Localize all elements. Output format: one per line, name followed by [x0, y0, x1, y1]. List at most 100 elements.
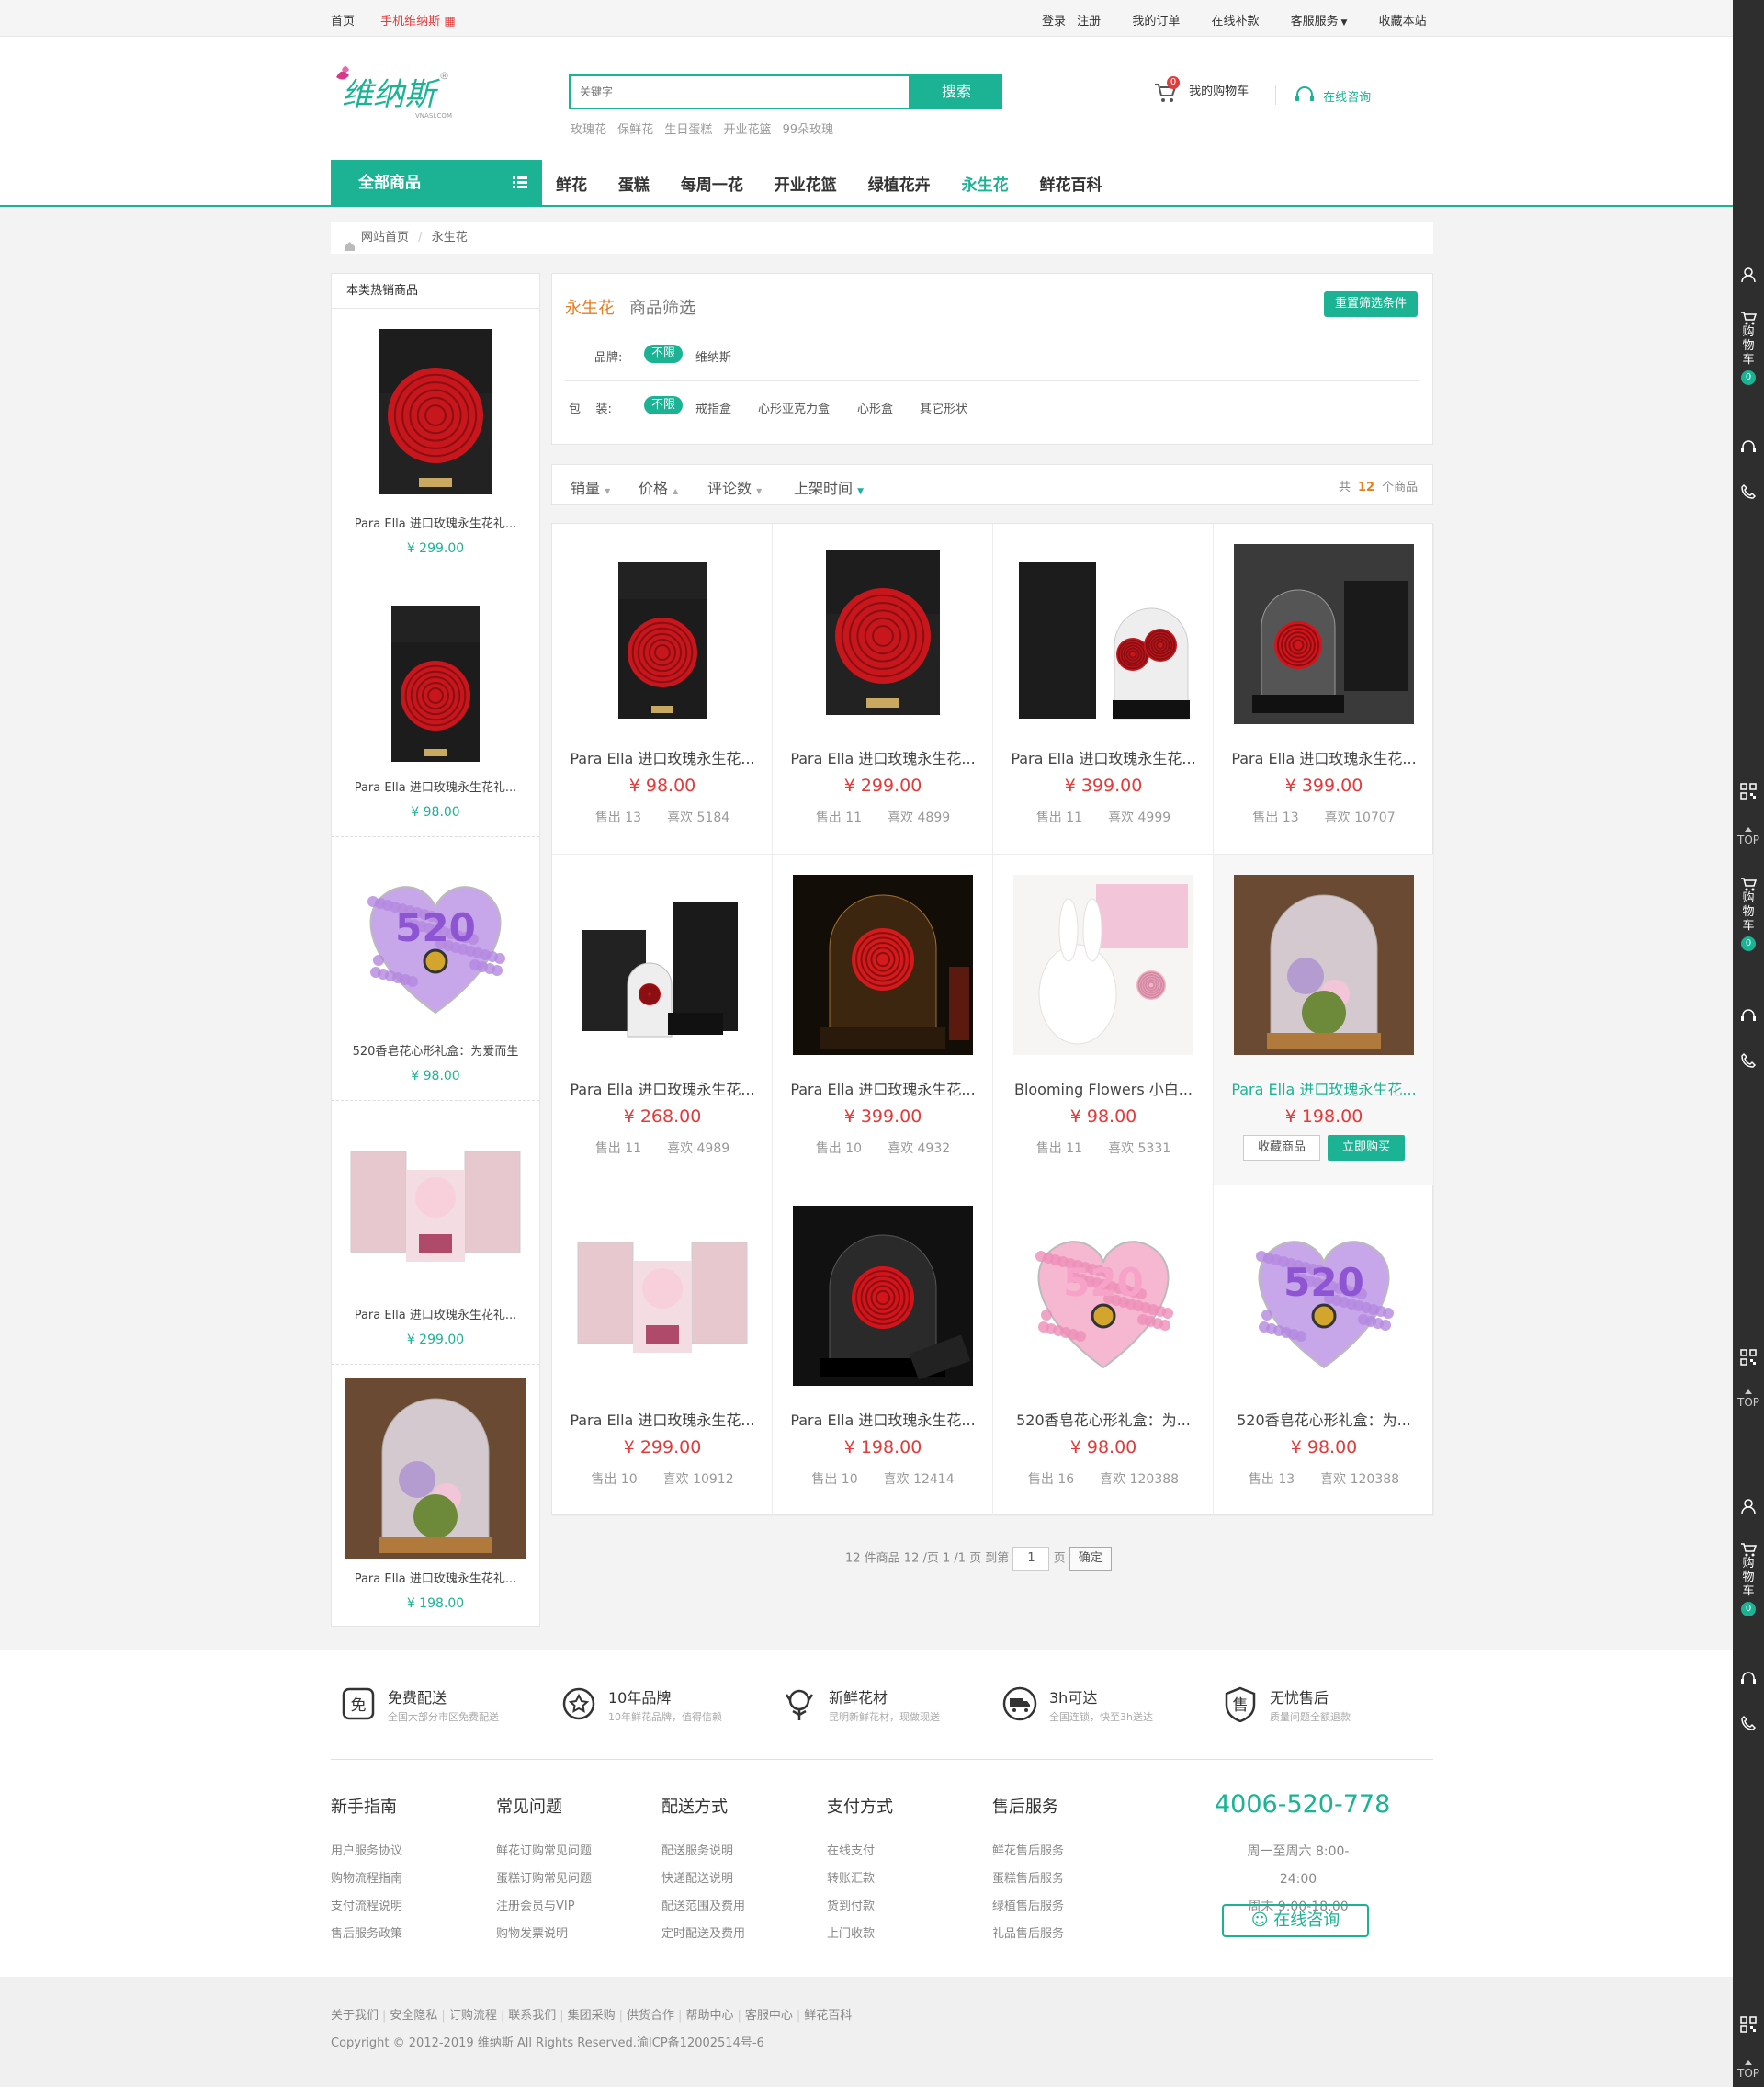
bottom-link[interactable]: 关于我们 — [331, 2009, 379, 2023]
sort-by-sales[interactable]: 销量 ▼ — [571, 476, 610, 498]
product-card[interactable]: Para Ella 进口玫瑰永生花... ¥ 268.00 售出 11 喜欢 498… — [552, 855, 773, 1185]
footer-link[interactable]: 购物流程指南 — [331, 1866, 402, 1893]
packaging-filter-any[interactable]: 不限 — [644, 396, 684, 414]
bottom-link[interactable]: 集团采购 — [568, 2009, 616, 2023]
hotword-link[interactable]: 生日蛋糕 — [664, 123, 712, 137]
product-card[interactable]: Para Ella 进口玫瑰永生花... ¥ 198.00 收藏商品 立即购买 — [1214, 855, 1434, 1185]
product-image[interactable] — [1013, 544, 1193, 724]
hotword-link[interactable]: 开业花篮 — [723, 123, 771, 137]
sidebar-product[interactable]: Para Ella 进口玫瑰永生花礼... ¥ 299.00 — [332, 1101, 539, 1365]
footer-link[interactable]: 用户服务协议 — [331, 1838, 402, 1866]
product-card[interactable]: 520 520香皂花心形礼盒：为... ¥ 98.00 售出 16 喜欢 12038… — [993, 1185, 1214, 1516]
product-image[interactable] — [345, 1378, 526, 1559]
nav-item-plants[interactable]: 绿植花卉 — [868, 176, 931, 195]
product-name[interactable]: Para Ella 进口玫瑰永生花... — [993, 746, 1214, 768]
buy-now-button[interactable]: 立即购买 — [1328, 1135, 1405, 1161]
sidebar-product[interactable]: Para Ella 进口玫瑰永生花礼... ¥ 198.00 — [332, 1365, 539, 1628]
packaging-option[interactable]: 其它形状 — [920, 399, 967, 416]
bottom-link[interactable]: 订购流程 — [449, 2009, 497, 2023]
bottom-link[interactable]: 安全隐私 — [390, 2009, 437, 2023]
product-image[interactable] — [1013, 875, 1193, 1055]
search-button[interactable]: 搜索 — [910, 74, 1002, 109]
sidebar-product[interactable]: Para Ella 进口玫瑰永生花礼... ¥ 98.00 — [332, 573, 539, 837]
product-card[interactable]: Para Ella 进口玫瑰永生花... ¥ 299.00 售出 10 喜欢 109… — [552, 1185, 773, 1516]
product-image[interactable] — [572, 875, 752, 1055]
product-image[interactable] — [345, 587, 526, 767]
toolbar-cart-button[interactable]: 购物车 0 — [1733, 1542, 1764, 1616]
back-to-top-button[interactable]: TOP — [1733, 2059, 1764, 2080]
footer-link[interactable]: 蛋糕订购常见问题 — [496, 1866, 592, 1893]
nav-item-cakes[interactable]: 蛋糕 — [618, 176, 650, 195]
product-image[interactable] — [793, 875, 973, 1055]
login-link[interactable]: 登录 — [1042, 15, 1066, 28]
product-name[interactable]: Para Ella 进口玫瑰永生花... — [552, 1408, 773, 1430]
nav-item-baskets[interactable]: 开业花篮 — [775, 176, 837, 195]
product-name[interactable]: Para Ella 进口玫瑰永生花... — [1214, 1077, 1434, 1099]
toolbar-cart-button[interactable]: 购物车 0 — [1733, 877, 1764, 951]
online-consult-link[interactable]: 在线咨询 — [1294, 85, 1371, 109]
bottom-link[interactable]: 帮助中心 — [685, 2009, 733, 2023]
footer-link[interactable]: 转账汇款 — [827, 1866, 893, 1893]
packaging-option[interactable]: 心形盒 — [857, 399, 893, 416]
product-image[interactable] — [793, 544, 973, 724]
packaging-option[interactable]: 戒指盒 — [695, 399, 731, 416]
product-image[interactable] — [572, 544, 752, 724]
product-image[interactable]: 520 — [345, 851, 526, 1031]
footer-link[interactable]: 支付流程说明 — [331, 1893, 402, 1921]
product-name[interactable]: 520香皂花心形礼盒：为... — [993, 1408, 1214, 1430]
back-to-top-button[interactable]: TOP — [1733, 1388, 1764, 1409]
footer-link[interactable]: 绿植售后服务 — [992, 1893, 1064, 1921]
hotword-link[interactable]: 玫瑰花 — [571, 123, 606, 137]
product-card[interactable]: Para Ella 进口玫瑰永生花... ¥ 299.00 售出 11 喜欢 489… — [773, 524, 993, 855]
my-orders-link[interactable]: 我的订单 — [1132, 15, 1180, 28]
footer-link[interactable]: 注册会员与VIP — [496, 1893, 592, 1921]
product-card[interactable]: Para Ella 进口玫瑰永生花... ¥ 198.00 售出 10 喜欢 124… — [773, 1185, 993, 1516]
product-image[interactable]: 520 — [1234, 1206, 1414, 1386]
site-logo[interactable]: 维纳斯 ® VNASI.COM — [329, 61, 467, 121]
nav-item-preserved[interactable]: 永生花 — [962, 176, 1009, 195]
bottom-link[interactable]: 供货合作 — [627, 2009, 674, 2023]
online-payment-link[interactable]: 在线补款 — [1211, 15, 1259, 28]
footer-link[interactable]: 售后服务政策 — [331, 1921, 402, 1948]
bookmark-link[interactable]: 收藏本站 — [1379, 15, 1427, 28]
nav-item-weekly[interactable]: 每周一花 — [681, 176, 743, 195]
footer-link[interactable]: 鲜花订购常见问题 — [496, 1838, 592, 1866]
product-name[interactable]: 520香皂花心形礼盒：为... — [1214, 1408, 1434, 1430]
product-name[interactable]: Para Ella 进口玫瑰永生花... — [773, 1077, 993, 1099]
bottom-link[interactable]: 鲜花百科 — [804, 2009, 852, 2023]
toolbar-chat-icon[interactable] — [1733, 1008, 1764, 1025]
product-image[interactable] — [345, 1115, 526, 1295]
footer-link[interactable]: 定时配送及费用 — [662, 1921, 745, 1948]
product-name[interactable]: Para Ella 进口玫瑰永生花礼... — [332, 514, 539, 531]
product-card[interactable]: 520 520香皂花心形礼盒：为... ¥ 98.00 售出 13 喜欢 12038… — [1214, 1185, 1434, 1516]
product-name[interactable]: Para Ella 进口玫瑰永生花礼... — [332, 777, 539, 795]
product-card[interactable]: Para Ella 进口玫瑰永生花... ¥ 399.00 售出 11 喜欢 499… — [993, 524, 1214, 855]
footer-link[interactable]: 上门收款 — [827, 1921, 893, 1948]
product-name[interactable]: Para Ella 进口玫瑰永生花... — [773, 1408, 993, 1430]
user-icon[interactable] — [1733, 1498, 1764, 1514]
toolbar-chat-icon[interactable] — [1733, 439, 1764, 456]
brand-option[interactable]: 维纳斯 — [695, 347, 731, 365]
product-name[interactable]: Para Ella 进口玫瑰永生花... — [552, 1077, 773, 1099]
footer-link[interactable]: 鲜花售后服务 — [992, 1838, 1064, 1866]
add-favorite-button[interactable]: 收藏商品 — [1243, 1135, 1320, 1161]
search-input[interactable] — [571, 76, 846, 108]
top-home-link[interactable]: 首页 — [331, 15, 355, 28]
breadcrumb-home-link[interactable]: 网站首页 — [361, 231, 409, 244]
qrcode-icon[interactable] — [1733, 2016, 1764, 2033]
product-name[interactable]: Para Ella 进口玫瑰永生花礼... — [332, 1305, 539, 1322]
sort-by-listing-time[interactable]: 上架时间 ▼ — [794, 476, 864, 498]
hotword-link[interactable]: 99朵玫瑰 — [783, 123, 834, 137]
toolbar-phone-icon[interactable] — [1733, 1052, 1764, 1069]
footer-link[interactable]: 在线支付 — [827, 1838, 893, 1866]
footer-link[interactable]: 礼品售后服务 — [992, 1921, 1064, 1948]
footer-link[interactable]: 蛋糕售后服务 — [992, 1866, 1064, 1893]
customer-service-menu[interactable]: 客服服务 ▼ — [1291, 15, 1348, 28]
product-image[interactable] — [1234, 875, 1414, 1055]
footer-online-consult-button[interactable]: ☺ 在线咨询 — [1222, 1904, 1369, 1937]
product-card[interactable]: Para Ella 进口玫瑰永生花... ¥ 399.00 售出 13 喜欢 107… — [1214, 524, 1434, 855]
sort-by-price[interactable]: 价格 ▲ — [639, 476, 678, 498]
product-image[interactable] — [793, 1206, 973, 1386]
my-cart-link[interactable]: 0 我的购物车 — [1154, 75, 1249, 102]
product-card[interactable]: Para Ella 进口玫瑰永生花... ¥ 98.00 售出 13 喜欢 5184 — [552, 524, 773, 855]
